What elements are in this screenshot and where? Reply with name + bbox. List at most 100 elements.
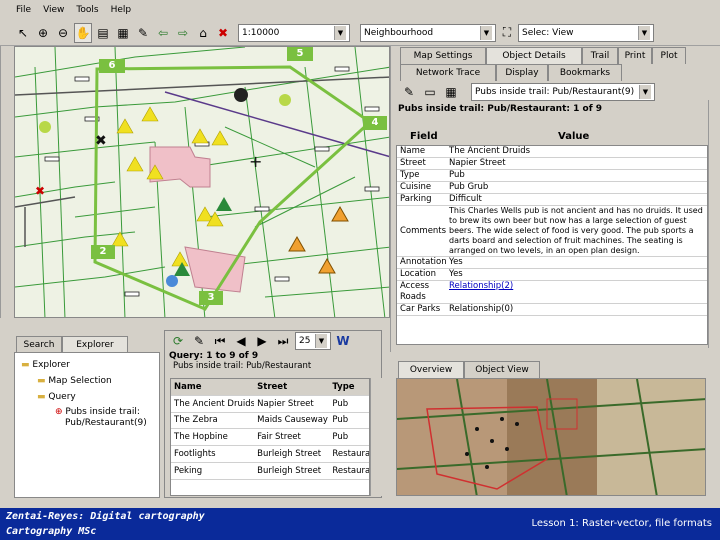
table-row[interactable]: The Hopbine Fair Street Pub	[171, 429, 369, 447]
grid-header: Field Value	[398, 131, 708, 142]
wand-icon[interactable]: ✎	[134, 23, 152, 43]
menu-view[interactable]: View	[43, 5, 64, 15]
chevron-down-icon: ▼	[638, 25, 650, 40]
trail-marker-4[interactable]: 4	[363, 116, 387, 130]
home-icon[interactable]: ⌂	[194, 23, 212, 43]
query-title: Query: 1 to 9 of 9	[169, 351, 259, 361]
explorer-tree: ▬ Explorer ▬ Map Selection ▬ Query ⊕ Pub…	[14, 352, 160, 498]
select-tool-icon[interactable]: ⛶	[498, 23, 516, 43]
access-roads-link[interactable]: Relationship(2)	[447, 281, 707, 303]
tree-node-explorer[interactable]: ▬ Explorer	[21, 357, 153, 373]
folder-icon: ▬	[37, 392, 46, 402]
street-map: ✖ ✖ +	[15, 47, 389, 317]
table-row[interactable]: FootlightsBurleigh StreetRestaurant	[171, 446, 369, 463]
menu-file[interactable]: File	[16, 5, 31, 15]
refresh-icon[interactable]: ⟳	[169, 331, 187, 351]
page-size-combo[interactable]: 25 ▼	[295, 332, 331, 350]
tree-node-pubs-query[interactable]: ⊕ Pubs inside trail: Pub/Restaurant(9)	[21, 407, 153, 429]
layer-value: Neighbourhood	[364, 27, 434, 38]
tree-node-map-selection[interactable]: ▬ Map Selection	[21, 373, 153, 389]
chevron-down-icon: ▼	[315, 334, 327, 348]
select-mode-combo[interactable]: Selec: View ▼	[518, 23, 654, 42]
table-header: Name Street Type	[171, 379, 369, 396]
col-value: Value	[558, 131, 590, 142]
details-scrollbar[interactable]	[708, 100, 720, 348]
back-arrow-icon[interactable]: ⇦	[154, 23, 172, 43]
edit-pencil-icon[interactable]: ✎	[190, 331, 208, 351]
map-view[interactable]: ✖ ✖ + 6 5 4 2 3	[14, 46, 390, 318]
table-row[interactable]: PekingBurleigh StreetRestaurant	[171, 463, 369, 480]
query-group: Pubs inside trail: Pub/Restaurant	[173, 361, 312, 371]
chevron-down-icon: ▼	[480, 25, 492, 40]
col-field: Field	[410, 131, 438, 142]
tab-object-details[interactable]: Object Details	[486, 47, 582, 64]
layer-combo[interactable]: Neighbourhood ▼	[360, 23, 496, 42]
details-grid: Name The Ancient Druids Street Napier Stre…	[396, 145, 708, 345]
table-row[interactable]: The Zebra Maids Causeway Pub	[171, 413, 369, 430]
detail-row: Type Pub	[397, 170, 707, 182]
object-select-combo[interactable]: Pubs inside trail: Pub/Restaurant(9) ▼	[471, 83, 655, 101]
tab-bookmarks[interactable]: Bookmarks	[548, 64, 622, 81]
pencil-icon[interactable]: ✎	[400, 82, 418, 102]
tab-print[interactable]: Print	[618, 47, 652, 64]
details-heading: Pubs inside trail: Pub/Restaurant: 1 of …	[398, 104, 603, 114]
svg-text:✖: ✖	[95, 133, 107, 149]
svg-text:+: +	[249, 152, 262, 171]
last-page-icon[interactable]: ⏭	[274, 331, 292, 351]
col-street[interactable]: Street	[254, 382, 329, 392]
trail-marker-3[interactable]: 3	[199, 291, 223, 305]
page-size-value: 25	[299, 336, 311, 346]
next-page-icon[interactable]: ▶	[253, 331, 271, 351]
edit-icon[interactable]: ▭	[421, 82, 439, 102]
pointer-icon[interactable]: ↖	[14, 23, 32, 43]
query-table: Name Street Type The Ancient Druids Napie…	[170, 378, 370, 496]
print-icon[interactable]: ▤	[94, 23, 112, 43]
detail-row: Street Napier Street	[397, 158, 707, 170]
object-select-value: Pubs inside trail: Pub/Restaurant(9)	[475, 87, 635, 97]
prev-page-icon[interactable]: ◀	[232, 331, 250, 351]
footer-course: Cartography MSc	[6, 526, 97, 537]
table-icon[interactable]: ▦	[442, 82, 460, 102]
table-row[interactable]: The Ancient Druids Napier Street Pub	[171, 396, 369, 413]
tab-network-trace[interactable]: Network Trace	[400, 64, 496, 81]
slide-footer: Zentai-Reyes: Digital cartography Cartog…	[0, 508, 720, 540]
tab-map-settings[interactable]: Map Settings	[400, 47, 486, 64]
col-name[interactable]: Name	[171, 382, 254, 392]
tab-overview[interactable]: Overview	[398, 361, 464, 378]
footer-author: Zentai-Reyes: Digital cartography	[6, 511, 205, 522]
query-scrollbar[interactable]	[370, 378, 382, 496]
overview-map[interactable]	[396, 378, 706, 496]
zoom-out-icon[interactable]: ⊖	[54, 23, 72, 43]
scale-combo[interactable]: 1:10000 ▼	[238, 23, 350, 42]
zoom-in-icon[interactable]: ⊕	[34, 23, 52, 43]
select-mode-value: Selec: View	[522, 27, 574, 38]
tab-object-view[interactable]: Object View	[464, 361, 540, 378]
menu-help[interactable]: Help	[111, 5, 132, 15]
tab-trail[interactable]: Trail	[582, 47, 618, 64]
layers-icon[interactable]: ▦	[114, 23, 132, 43]
folder-icon: ▬	[21, 360, 30, 370]
trail-marker-5[interactable]: 5	[287, 47, 313, 61]
tree-node-query[interactable]: ▬ Query	[21, 389, 153, 405]
chevron-down-icon: ▼	[639, 85, 651, 99]
left-edge	[0, 46, 14, 318]
detail-row: Access Roads Relationship(2)	[397, 281, 707, 304]
pan-hand-icon[interactable]: ✋	[74, 22, 92, 43]
detail-row: Car Parks Relationship(0)	[397, 304, 707, 316]
main-toolbar: ↖ ⊕ ⊖ ✋ ▤ ▦ ✎ ⇦ ⇨ ⌂ ✖ 1:10000 ▼ Neighbour…	[0, 20, 720, 46]
tab-explorer[interactable]: Explorer	[62, 336, 128, 353]
footer-lesson: Lesson 1: Raster-vector, file formats	[531, 518, 712, 529]
trail-marker-2[interactable]: 2	[91, 245, 115, 259]
col-type[interactable]: Type	[329, 382, 369, 392]
detail-row: Annotation Yes	[397, 257, 707, 269]
word-export-icon[interactable]: W	[334, 331, 352, 351]
trail-marker-6[interactable]: 6	[99, 59, 125, 73]
first-page-icon[interactable]: ⏮	[211, 331, 229, 351]
tab-display[interactable]: Display	[496, 64, 548, 81]
tab-search[interactable]: Search	[16, 336, 62, 353]
forward-arrow-icon[interactable]: ⇨	[174, 23, 192, 43]
tab-plot[interactable]: Plot	[652, 47, 686, 64]
clear-selection-icon[interactable]: ✖	[214, 23, 232, 43]
menu-tools[interactable]: Tools	[76, 5, 98, 15]
scale-value: 1:10000	[242, 27, 280, 38]
